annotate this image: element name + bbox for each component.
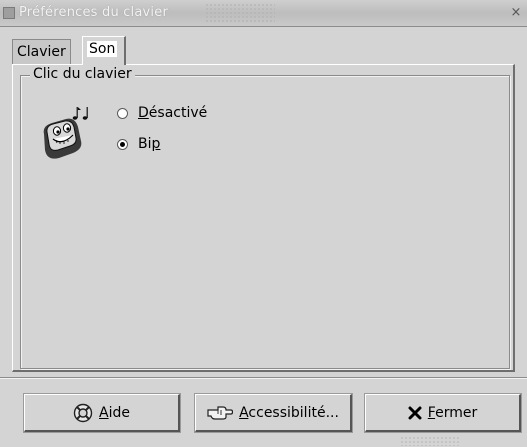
tab-son-label: Son — [87, 41, 118, 57]
button-area-separator — [0, 377, 527, 379]
title-bar-decoration — [205, 3, 275, 23]
option-bip-label: Bip — [138, 136, 161, 152]
keyboard-sound-icon — [43, 107, 88, 159]
window-menu-icon[interactable] — [3, 7, 15, 19]
radio-bip[interactable] — [117, 138, 128, 150]
accessibility-button[interactable]: Accessibilité... — [194, 393, 353, 433]
option-desactive-label: Désactivé — [138, 105, 208, 121]
accessibility-hand-icon — [207, 405, 234, 421]
help-lifebuoy-icon — [73, 403, 93, 423]
close-button-label: Fermer — [427, 404, 478, 421]
help-button[interactable]: Aide — [23, 393, 181, 433]
title-bar[interactable]: Préférences du clavier × — [0, 0, 527, 27]
bottom-decoration — [400, 436, 460, 446]
radio-desactive[interactable] — [117, 107, 128, 119]
help-button-label: Aide — [99, 404, 130, 421]
close-x-icon — [408, 406, 422, 420]
window-title: Préférences du clavier — [19, 5, 168, 20]
tab-clavier-label: Clavier — [17, 44, 66, 60]
frame-title: Clic du clavier — [30, 66, 135, 82]
window-close-icon[interactable]: × — [507, 5, 525, 21]
accessibility-button-label: Accessibilité... — [239, 404, 339, 421]
tab-son[interactable]: Son — [82, 36, 126, 65]
tab-clavier[interactable]: Clavier — [12, 39, 71, 64]
option-desactive[interactable]: Désactivé — [117, 103, 207, 123]
option-bip[interactable]: Bip — [117, 134, 160, 154]
close-button[interactable]: Fermer — [364, 393, 522, 433]
